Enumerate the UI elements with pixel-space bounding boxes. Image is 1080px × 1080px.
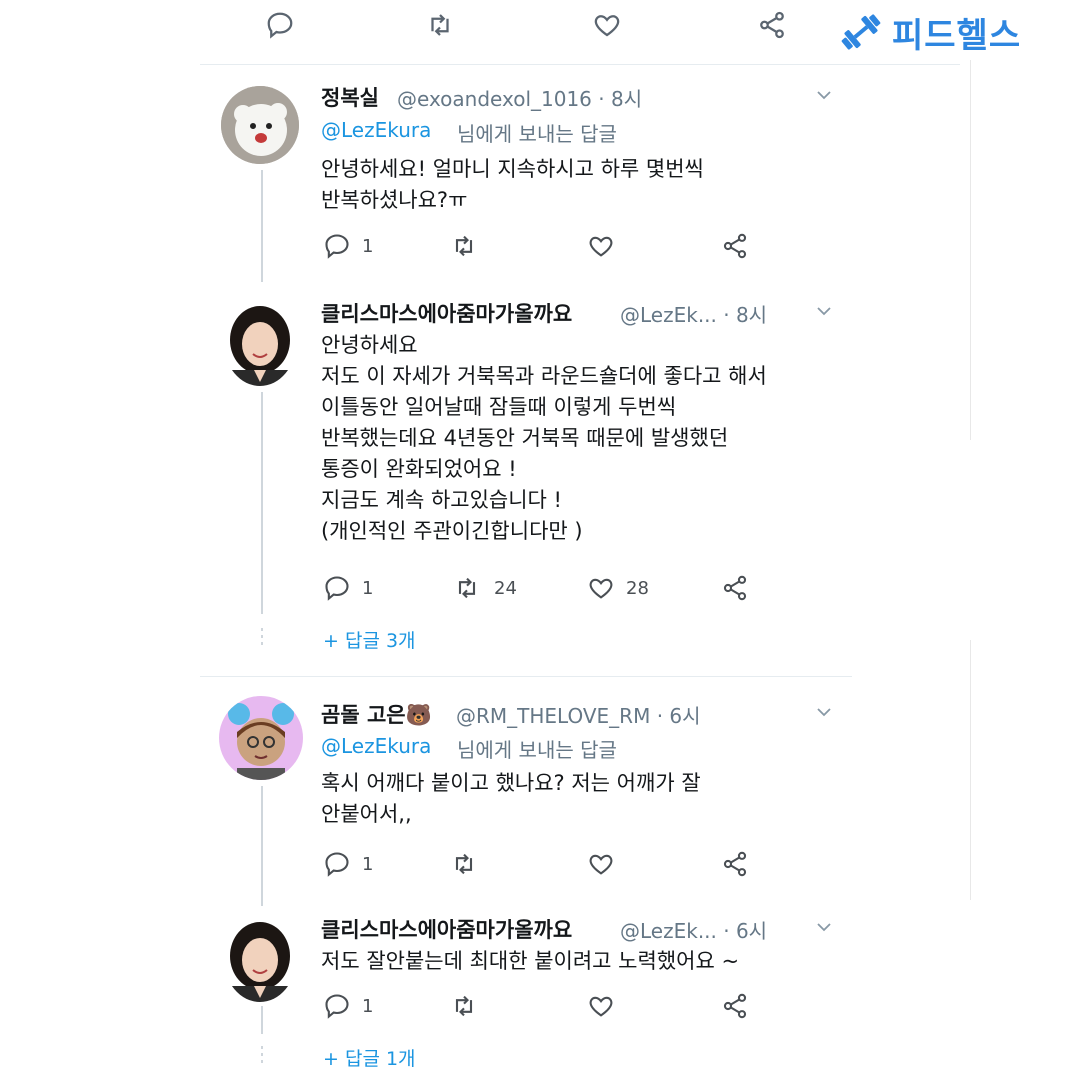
- chevron-down-icon[interactable]: [814, 702, 834, 722]
- retweet-icon[interactable]: [450, 232, 478, 260]
- show-more-replies-link[interactable]: + 답글 3개: [323, 626, 416, 653]
- like-icon[interactable]: [587, 232, 615, 260]
- author-name[interactable]: 클리스마스에아줌마가올까요: [321, 914, 572, 944]
- thread-line: [261, 1006, 263, 1034]
- panel-edge: [970, 640, 971, 900]
- author-handle[interactable]: @exoandexol_1016 · 8시: [397, 83, 642, 112]
- retweet-count: 24: [494, 578, 517, 599]
- author-name[interactable]: 클리스마스에아줌마가올까요: [321, 298, 572, 328]
- retweet-icon[interactable]: [450, 992, 478, 1020]
- author-name[interactable]: 곰돌 고은🐻: [321, 699, 432, 729]
- dumbbell-icon: [841, 14, 881, 50]
- reply-icon[interactable]: [323, 574, 351, 602]
- thread-line: [261, 392, 263, 614]
- share-icon[interactable]: [721, 232, 749, 260]
- reply-count: 1: [362, 996, 374, 1017]
- reply-count: 1: [362, 578, 374, 599]
- tweet-text: 안녕하세요! 얼마니 지속하시고 하루 몇번씩 반복하셨나요?ㅠ: [321, 157, 704, 212]
- avatar[interactable]: [224, 916, 296, 1002]
- divider: [200, 676, 852, 677]
- author-handle[interactable]: @LezEk... · 8시: [620, 299, 767, 328]
- tweet-text: 안녕하세요 저도 이 자세가 거북목과 라운드숄더에 좋다고 해서 이틀동안 일…: [321, 333, 767, 543]
- share-icon[interactable]: [721, 574, 749, 602]
- avatar[interactable]: [219, 696, 303, 780]
- share-icon[interactable]: [757, 10, 787, 40]
- reply-icon[interactable]: [323, 850, 351, 878]
- thread-line: [261, 170, 263, 282]
- reply-count: 1: [362, 854, 374, 875]
- reply-to-label: 님에게 보내는 답글: [457, 122, 617, 146]
- reply-mention[interactable]: @LezEkura: [321, 734, 431, 758]
- reply-to-label: 님에게 보내는 답글: [457, 738, 617, 762]
- show-more-replies-link[interactable]: + 답글 1개: [323, 1044, 416, 1071]
- retweet-icon[interactable]: [450, 850, 478, 878]
- author-handle[interactable]: @RM_THELOVE_RM · 6시: [456, 700, 701, 729]
- share-icon[interactable]: [721, 850, 749, 878]
- like-icon[interactable]: [587, 850, 615, 878]
- retweet-icon[interactable]: [425, 10, 455, 40]
- thread-dots: [261, 628, 263, 648]
- avatar[interactable]: [221, 86, 299, 164]
- bear-emoji: 🐻: [405, 703, 432, 727]
- chevron-down-icon[interactable]: [814, 301, 834, 321]
- author-handle[interactable]: @LezEk... · 6시: [620, 915, 767, 944]
- author-name-text: 곰돌 고은: [321, 703, 406, 727]
- tweet-text: 저도 잘안붙는데 최대한 붙이려고 노력했어요 ~: [321, 949, 740, 973]
- thread-line: [261, 786, 263, 906]
- avatar[interactable]: [224, 300, 296, 386]
- tweet-text: 혹시 어깨다 붙이고 했나요? 저는 어깨가 잘 안붙어서,,: [321, 771, 701, 826]
- like-icon[interactable]: [587, 574, 615, 602]
- divider: [200, 64, 960, 65]
- like-icon[interactable]: [587, 992, 615, 1020]
- brand-name: 피드헬스: [892, 15, 1022, 56]
- brand-logo: 피드헬스: [838, 10, 1022, 56]
- reply-icon[interactable]: [265, 10, 295, 40]
- reply-icon[interactable]: [323, 992, 351, 1020]
- like-count: 28: [626, 578, 649, 599]
- reply-icon[interactable]: [323, 232, 351, 260]
- author-name[interactable]: 정복실: [321, 82, 379, 112]
- thread-dots: [261, 1046, 263, 1066]
- reply-mention[interactable]: @LezEkura: [321, 118, 431, 142]
- chevron-down-icon[interactable]: [814, 917, 834, 937]
- reply-count: 1: [362, 236, 374, 257]
- like-icon[interactable]: [592, 10, 622, 40]
- panel-edge: [970, 60, 971, 440]
- share-icon[interactable]: [721, 992, 749, 1020]
- chevron-down-icon[interactable]: [814, 85, 834, 105]
- retweet-icon[interactable]: [453, 574, 481, 602]
